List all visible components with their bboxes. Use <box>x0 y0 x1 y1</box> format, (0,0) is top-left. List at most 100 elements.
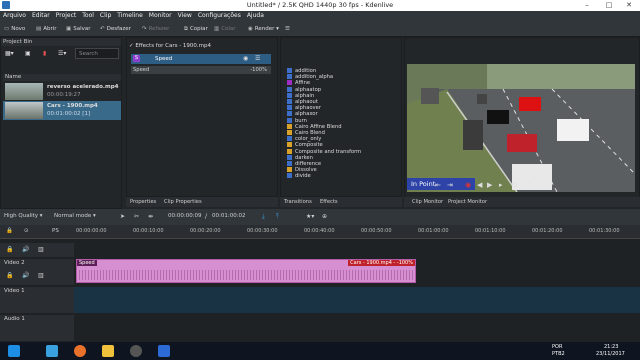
menu-item-1[interactable]: Editar <box>29 11 53 21</box>
bin-column-name[interactable]: Name <box>3 74 121 81</box>
menu-item-3[interactable]: Tool <box>79 11 97 21</box>
effect-label: darken <box>295 154 313 161</box>
favorite-icon[interactable]: ★▾ <box>306 213 314 220</box>
highway-frame <box>407 64 635 192</box>
ruler-label: 00:01:00:00 <box>418 228 449 234</box>
track-name: Video 2 <box>4 260 25 266</box>
add-clip-icon[interactable]: ▦▾ <box>5 50 14 57</box>
open-button[interactable]: ▤ Abrir <box>36 24 57 34</box>
spacer-tool-icon[interactable]: ⇹ <box>148 213 153 220</box>
menu-item-6[interactable]: Monitor <box>146 11 175 21</box>
tab-project-monitor[interactable]: Project Monitor <box>448 199 487 205</box>
new-button[interactable]: ▭ Novo <box>4 24 25 34</box>
razor-tool-icon[interactable]: ✂ <box>134 213 139 220</box>
render-icon: ◉ <box>248 26 253 32</box>
ps-icon[interactable]: PS <box>52 228 59 234</box>
effect-label: alphain <box>295 92 315 99</box>
overwrite-icon[interactable]: ⤒ <box>276 213 279 221</box>
save-button[interactable]: ▣ Salvar <box>66 24 90 34</box>
menu-item-9[interactable]: Ajuda <box>244 11 267 21</box>
video-1-lane[interactable] <box>74 287 640 313</box>
undo-button[interactable]: ↶ Desfazer <box>100 24 131 34</box>
rewind-icon[interactable]: ◀ <box>477 181 482 189</box>
forward-icon[interactable]: ▸ <box>499 181 503 189</box>
menu-item-4[interactable]: Clip <box>97 11 114 21</box>
speaker-icon[interactable]: 🔊 <box>22 246 29 253</box>
tab-clip-monitor[interactable]: Clip Monitor <box>412 199 443 205</box>
effect-type-icon <box>287 142 292 148</box>
target-icon[interactable]: ⊙ <box>24 228 29 234</box>
list-view-icon[interactable]: ☰▾ <box>58 50 66 57</box>
redo-button[interactable]: ↷ Refazer <box>142 24 169 34</box>
obs-icon[interactable] <box>130 345 142 357</box>
set-zone-out-icon[interactable]: ⇥ <box>447 181 453 189</box>
lock-icon[interactable]: 🔒 <box>6 228 13 234</box>
speaker-icon[interactable]: 🔊 <box>22 272 29 279</box>
tab-transitions[interactable]: Transitions <box>284 199 312 205</box>
delete-icon[interactable]: ▮ <box>43 50 46 57</box>
lang-indicator[interactable]: POR <box>552 344 562 350</box>
quality-select[interactable]: High Quality ▾ <box>4 213 43 219</box>
keyboard-indicator[interactable]: PTB2 <box>552 351 565 357</box>
menu-item-0[interactable]: Arquivo <box>0 11 29 21</box>
tab-properties[interactable]: Properties <box>130 199 156 205</box>
lock-icon[interactable]: 🔒 <box>6 246 13 253</box>
minimize-icon[interactable]: – <box>576 0 598 11</box>
bin-clip-item-selected[interactable]: Cars - 1900.mp4 00:01:00:02 [1] <box>3 101 121 120</box>
timeline-clip[interactable]: Speed Cars - 1900.mp4 - -100% <box>76 259 416 283</box>
copy-button[interactable]: ⧉ Copiar <box>184 24 208 34</box>
set-zone-in-icon[interactable]: ⇤ <box>435 181 441 189</box>
play-icon[interactable]: ▶ <box>487 181 492 189</box>
tab-effects[interactable]: Effects <box>320 199 338 205</box>
select-tool-icon[interactable]: ➤ <box>120 213 125 220</box>
record-icon[interactable]: ◉ <box>465 181 471 189</box>
effect-label: Cairo Blend <box>295 130 325 136</box>
film-icon[interactable]: ▥ <box>38 246 44 253</box>
undo-icon: ↶ <box>100 26 105 32</box>
effect-item-speed[interactable]: S Speed ◉ ☰ <box>131 54 271 64</box>
project-bin-title: Project Bin <box>1 38 121 46</box>
speed-param-slider[interactable]: Speed -100% <box>131 66 271 74</box>
bin-clip-item[interactable]: reverso acelerado.mp4 00:00:19:27 <box>3 82 121 101</box>
effect-label: color_only <box>295 136 322 143</box>
mode-select[interactable]: Normal mode ▾ <box>54 213 96 219</box>
effect-list-item[interactable]: divide <box>287 173 311 179</box>
fullscreen-icon[interactable]: ⛶ <box>525 181 530 190</box>
maximize-icon[interactable]: □ <box>598 0 620 11</box>
add-icon[interactable]: ⊕ <box>322 213 327 220</box>
tab-clip-properties[interactable]: Clip Properties <box>164 199 202 205</box>
menu-item-8[interactable]: Configurações <box>195 11 244 21</box>
windows-start-icon[interactable] <box>8 345 20 357</box>
film-icon[interactable]: ▥ <box>38 272 44 279</box>
kdenlive-taskbar-icon[interactable] <box>158 345 170 357</box>
menu-item-7[interactable]: View <box>175 11 195 21</box>
clock-time[interactable]: 21:23 <box>604 344 618 350</box>
ie-icon[interactable] <box>46 345 58 357</box>
effect-type-icon <box>287 74 292 80</box>
effect-label: alphaxor <box>295 111 318 118</box>
ruler-label: 00:01:20:00 <box>532 228 563 234</box>
window-title: Untitled* / 2.5K QHD 1440p 30 fps - Kden… <box>246 1 394 9</box>
firefox-icon[interactable] <box>74 345 86 357</box>
clock-date[interactable]: 23/11/2017 <box>596 351 625 357</box>
timeline-ruler[interactable]: 🔒 ⊙ PS 00:00:00:00 00:00:10:00 00:00:20:00… <box>0 225 640 239</box>
menu-icon[interactable]: ☰ <box>255 55 260 62</box>
explorer-icon[interactable] <box>102 345 114 357</box>
hamburger-menu-icon[interactable]: ☰ <box>285 24 290 34</box>
eye-icon[interactable]: ◉ <box>243 55 248 62</box>
empty-track: 🔒 🔊 ▥ <box>0 243 640 257</box>
track-name: Video 1 <box>4 288 25 294</box>
track-audio-1: Audio 1 <box>0 315 640 341</box>
project-bin-panel: Project Bin ▦▾ ▣ ▮ ☰▾ Search Name revers… <box>0 37 122 209</box>
menu-item-2[interactable]: Project <box>53 11 80 21</box>
close-icon[interactable]: ✕ <box>618 0 640 11</box>
effect-label: alphaatop <box>295 86 322 93</box>
search-input[interactable]: Search <box>75 48 119 59</box>
menu-item-5[interactable]: Timeline <box>114 11 146 21</box>
folder-icon[interactable]: ▣ <box>25 50 31 57</box>
paste-button[interactable]: ▥ Colar <box>214 24 236 34</box>
render-button[interactable]: ◉ Render ▾ <box>248 24 279 34</box>
lock-icon[interactable]: 🔒 <box>6 272 13 279</box>
loop-icon[interactable]: ⟲ <box>511 181 517 189</box>
insert-icon[interactable]: ⤓ <box>262 213 265 221</box>
